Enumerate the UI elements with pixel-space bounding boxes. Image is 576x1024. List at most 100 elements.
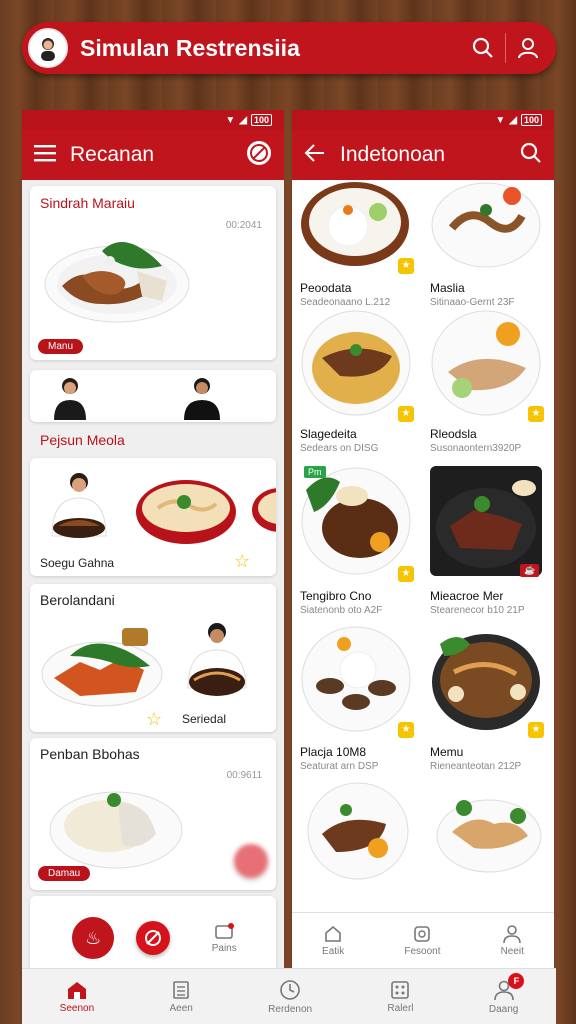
signal-icon: ◢ bbox=[239, 114, 247, 126]
dish-subtitle: Siatenonb oto A2F bbox=[300, 605, 383, 616]
dish-name: Slagedeita bbox=[300, 427, 357, 441]
bottom-navigation: Seenon Aeen Rerdenon Ralerl F Daang bbox=[22, 968, 556, 1024]
blurred-action-button[interactable] bbox=[234, 844, 268, 878]
fried-platter-image bbox=[41, 628, 163, 707]
chef-with-dish-image bbox=[187, 623, 247, 696]
left-phone-screen: ▼ ◢ 100 Recanan Sindrah Maraiu 00:2041 M… bbox=[22, 110, 284, 968]
dish-subtitle: Susonaontern3920P bbox=[430, 443, 522, 454]
wifi-icon: ▼ bbox=[495, 114, 506, 126]
dish-grid-item[interactable]: ★ Placja 10M8 Seaturat arn DSP bbox=[300, 626, 425, 772]
dish-grid-item[interactable]: ★ Peoodata Seadeonaano L.212 bbox=[300, 182, 425, 308]
hide-action-button[interactable] bbox=[136, 921, 170, 955]
right-app-bar: Indetonoan bbox=[292, 130, 554, 180]
combo-dish-card[interactable]: Berolandani ☆ Seriedal bbox=[30, 584, 276, 732]
menu-pill-button[interactable]: Damau bbox=[38, 866, 91, 881]
list-icon bbox=[173, 980, 189, 999]
status-bar: ▼ ◢ 100 bbox=[292, 110, 554, 130]
left-inner-toolbar: ♨ Pains bbox=[22, 908, 284, 968]
tab-label: Neeit bbox=[500, 946, 524, 957]
card-title: Berolandani bbox=[40, 592, 115, 608]
notification-badge: F bbox=[508, 972, 525, 989]
search-icon[interactable] bbox=[461, 26, 505, 70]
wifi-icon: ▼ bbox=[225, 114, 236, 126]
nav-label: Ralerl bbox=[387, 1002, 414, 1014]
dish-subtitle: Seadeonaano L.212 bbox=[300, 297, 391, 308]
rice-dish-card[interactable]: Penban Bbohas 00:9611 Damau bbox=[30, 738, 276, 890]
status-bar: ▼ ◢ 100 bbox=[22, 110, 284, 130]
grid-icon bbox=[391, 980, 410, 999]
rating-badge: ★ bbox=[528, 406, 544, 422]
user-icon[interactable] bbox=[506, 26, 550, 70]
right-inner-toolbar: Eatik Fesoont Neeit bbox=[292, 912, 554, 968]
app-header: Simulan Restrensiia bbox=[22, 22, 556, 74]
tab-label: Eatik bbox=[322, 946, 345, 957]
right-phone-screen: ▼ ◢ 100 Indetonoan ★ Peoodata Seadeonaan… bbox=[292, 110, 554, 968]
hot-tag: ☕ bbox=[520, 564, 540, 577]
dish-name: Mieacroe Mer bbox=[430, 589, 504, 603]
nav-label: Daang bbox=[488, 1003, 519, 1015]
back-arrow-icon[interactable] bbox=[304, 143, 326, 168]
left-app-bar: Recanan bbox=[22, 130, 284, 180]
dish-grid-item[interactable]: Maslia Sitinaao-Gernt 23F bbox=[430, 182, 554, 308]
app-logo-badge[interactable]: ♨ bbox=[69, 914, 118, 962]
dish-grid-item[interactable]: ★ Rleodsla Susonaontern3920P bbox=[430, 310, 554, 454]
card-title: Sindrah Maraiu bbox=[40, 195, 135, 211]
chef-avatar-1 bbox=[54, 378, 86, 420]
side-bowl-image bbox=[252, 488, 276, 532]
dish-name: Memu bbox=[430, 745, 464, 759]
featured-dish-card[interactable]: Sindrah Maraiu 00:2041 Manu bbox=[30, 186, 276, 360]
chef-strip-card bbox=[30, 370, 276, 422]
card-title: Penban Bbohas bbox=[40, 746, 140, 762]
app-title: Simulan Restrensiia bbox=[80, 34, 300, 61]
feed-tab[interactable]: Fesoont bbox=[404, 924, 440, 957]
nav-home[interactable]: Seenon bbox=[60, 980, 94, 1014]
dish-subtitle: Stearenecor b10 21P bbox=[430, 605, 525, 616]
no-dining-icon[interactable] bbox=[246, 140, 272, 171]
clock-icon bbox=[280, 979, 300, 1000]
inbox-tab[interactable]: Pains bbox=[211, 922, 237, 954]
nav-label: Seenon bbox=[59, 1002, 95, 1014]
card-time: 00:2041 bbox=[225, 220, 262, 231]
nav-grid[interactable]: Ralerl bbox=[387, 980, 414, 1014]
grilled-fish-dish-image bbox=[44, 242, 190, 323]
dish-grid-item[interactable]: ★ Slagedeita Sedears on DISG bbox=[300, 310, 425, 454]
dish-grid-item[interactable] bbox=[434, 782, 554, 885]
tab-label: Pains bbox=[211, 942, 237, 954]
dish-grid-item[interactable]: Pm ★ Tengibro Cno Siatenonb oto A2F bbox=[300, 466, 425, 616]
rating-badge: ★ bbox=[398, 722, 414, 738]
mixed-bowl-image bbox=[432, 634, 540, 730]
chicken-bowl-image bbox=[436, 799, 542, 873]
nav-clock[interactable]: Rerdenon bbox=[268, 979, 312, 1015]
signal-icon: ◢ bbox=[509, 114, 517, 126]
battery-indicator: 100 bbox=[250, 114, 272, 126]
nav-label: Rerdenon bbox=[268, 1003, 313, 1015]
noodle-bowl-image bbox=[136, 480, 236, 544]
dish-name: Rleodsla bbox=[430, 427, 477, 441]
favorite-star-icon[interactable]: ☆ bbox=[234, 552, 250, 570]
menu-pill-button[interactable]: Manu bbox=[38, 339, 84, 354]
dish-name: Placja 10M8 bbox=[300, 745, 367, 759]
favorite-star-icon[interactable]: ☆ bbox=[146, 710, 162, 728]
stew-plate-image bbox=[301, 467, 411, 575]
section-header: Pejsun Meola bbox=[40, 432, 125, 448]
menu-icon[interactable] bbox=[34, 144, 56, 167]
profile-tab[interactable]: Neeit bbox=[501, 924, 524, 957]
rating-badge: ★ bbox=[398, 258, 414, 274]
dish-name: Peoodata bbox=[300, 281, 352, 295]
nav-profile[interactable]: F Daang bbox=[488, 972, 525, 1015]
dish-grid-item[interactable]: ☕ Mieacroe Mer Stearenecor b10 21P bbox=[430, 466, 554, 616]
dish-subtitle: Sedears on DISG bbox=[300, 443, 379, 454]
search-icon[interactable] bbox=[520, 142, 542, 169]
nav-label: Aeen bbox=[169, 1002, 193, 1014]
dish-subtitle: Sitinaao-Gernt 23F bbox=[430, 297, 515, 308]
dish-grid-item[interactable]: ★ Memu Rieneanteotan 212P bbox=[430, 626, 554, 772]
dish-grid-item[interactable] bbox=[306, 782, 431, 885]
nav-list[interactable]: Aeen bbox=[169, 980, 193, 1014]
tab-label: Fesoont bbox=[404, 946, 441, 957]
rating-badge: ★ bbox=[528, 722, 544, 738]
home-tab[interactable]: Eatik bbox=[322, 924, 344, 957]
chef-avatar[interactable] bbox=[28, 28, 68, 68]
rating-badge: ★ bbox=[398, 566, 414, 582]
chef-dish-card[interactable]: Soegu Gahna ☆ bbox=[30, 458, 276, 576]
meat-bowl-image bbox=[430, 466, 542, 576]
